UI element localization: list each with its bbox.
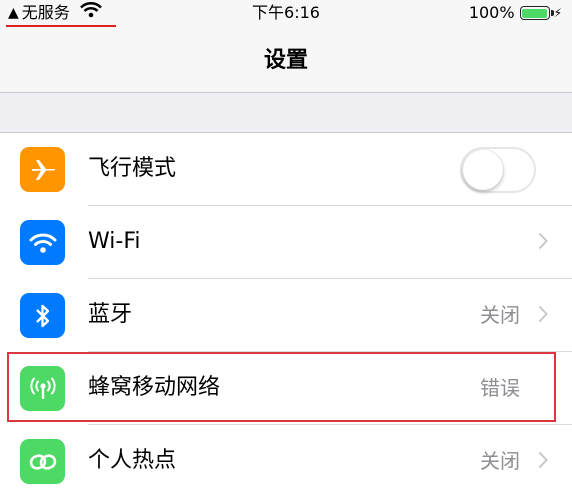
settings-row-value: 错误 [480,376,520,400]
settings-row-airplane-mode[interactable]: 飞行模式 [0,133,572,206]
charging-bolt-icon: ⚡ [553,6,562,20]
settings-row-cellular[interactable]: 蜂窝移动网络 错误 [0,352,572,425]
chevron-right-icon [538,451,548,473]
airplane-mode-toggle[interactable] [460,147,536,193]
navigation-bar: ▲ 无服务 下午6:16 100% ⚡ 设置 [0,0,572,93]
chevron-right-icon [538,305,548,327]
battery-icon [519,6,554,20]
wifi-icon [20,220,65,265]
settings-row-bluetooth[interactable]: 蓝牙 关闭 [0,279,572,352]
settings-group: 飞行模式 Wi-Fi 蓝牙 关闭 蜂窝移动网络 错误 个人热点 关闭 [0,132,572,501]
settings-row-label: 蜂窝移动网络 [88,375,221,400]
bluetooth-icon [20,293,65,338]
hotspot-chain-icon [20,439,65,484]
toggle-knob [463,150,503,190]
settings-row-value: 关闭 [480,449,520,473]
settings-row-label: 飞行模式 [88,156,177,181]
settings-row-label: 蓝牙 [88,302,133,327]
battery-percent: 100% [468,3,515,22]
status-bar: ▲ 无服务 下午6:16 100% ⚡ [0,0,572,27]
settings-row-label: Wi-Fi [88,229,141,254]
settings-row-wifi[interactable]: Wi-Fi [0,206,572,279]
settings-row-personal-hotspot[interactable]: 个人热点 关闭 [0,425,572,498]
settings-row-value: 关闭 [480,303,520,327]
cellular-antenna-icon [20,366,65,411]
settings-row-label: 个人热点 [88,448,177,473]
page-title: 设置 [263,48,308,73]
airplane-icon [20,147,65,192]
chevron-right-icon [538,232,548,254]
status-right: 100% ⚡ [469,0,562,26]
